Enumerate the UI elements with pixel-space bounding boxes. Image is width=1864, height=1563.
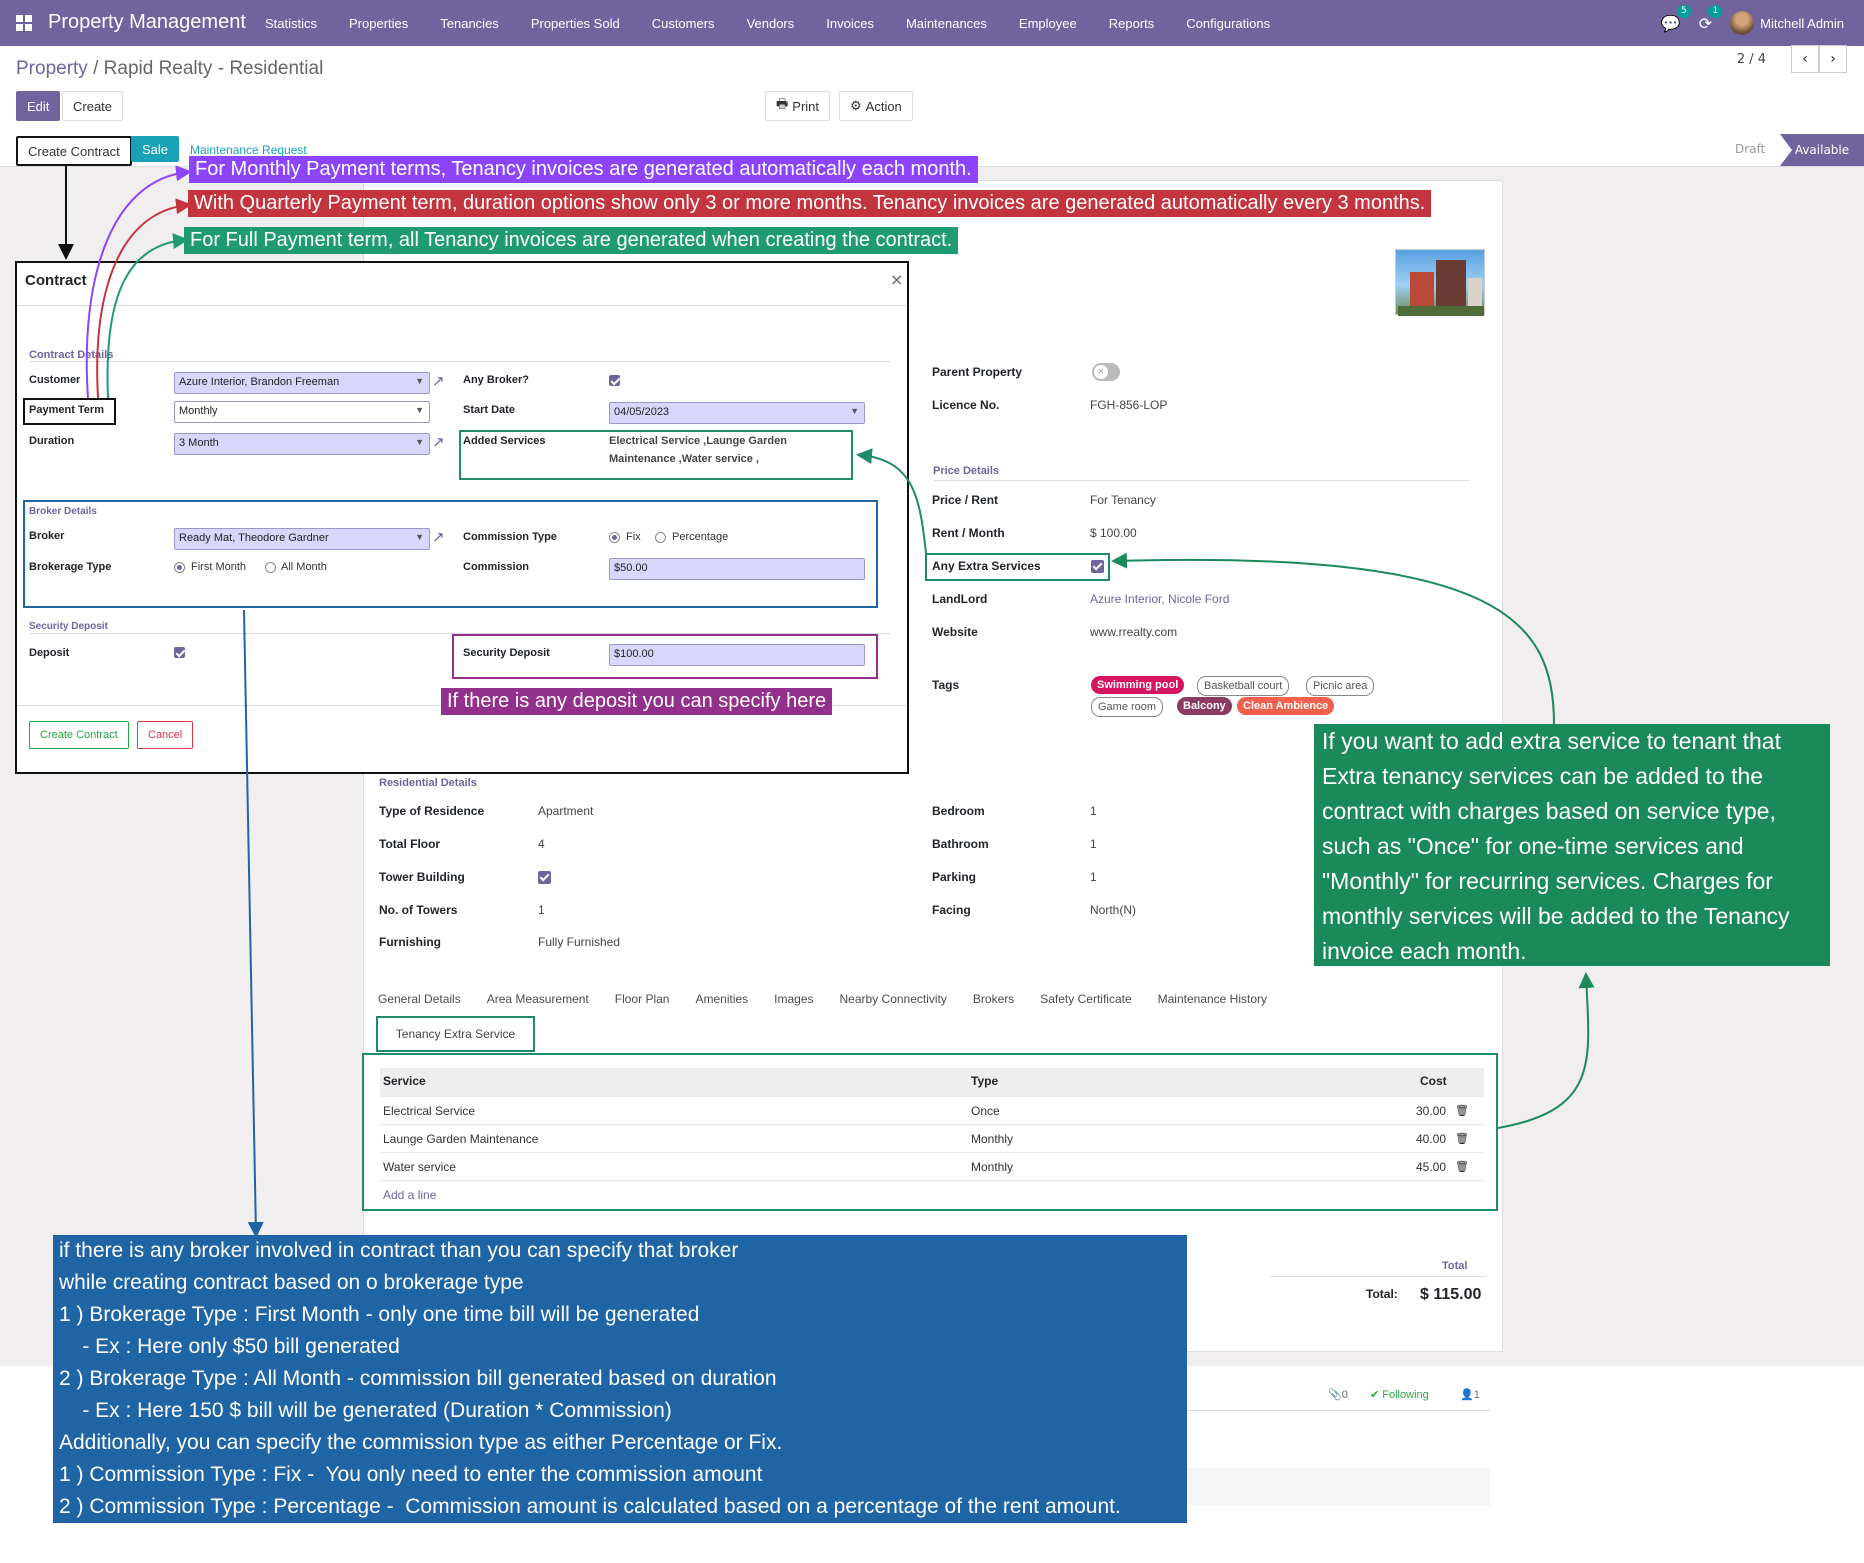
annotation-broker: if there is any broker involved in contr… (53, 1235, 1187, 1523)
annotation-quarterly: With Quarterly Payment term, duration op… (188, 190, 1432, 217)
annotation-extra-service: If you want to add extra service to tena… (1314, 724, 1830, 966)
annotation-monthly: For Monthly Payment terms, Tenancy invoi… (189, 156, 978, 183)
annotation-full: For Full Payment term, all Tenancy invoi… (184, 227, 959, 254)
annotation-deposit: If there is any deposit you can specify … (441, 688, 833, 715)
